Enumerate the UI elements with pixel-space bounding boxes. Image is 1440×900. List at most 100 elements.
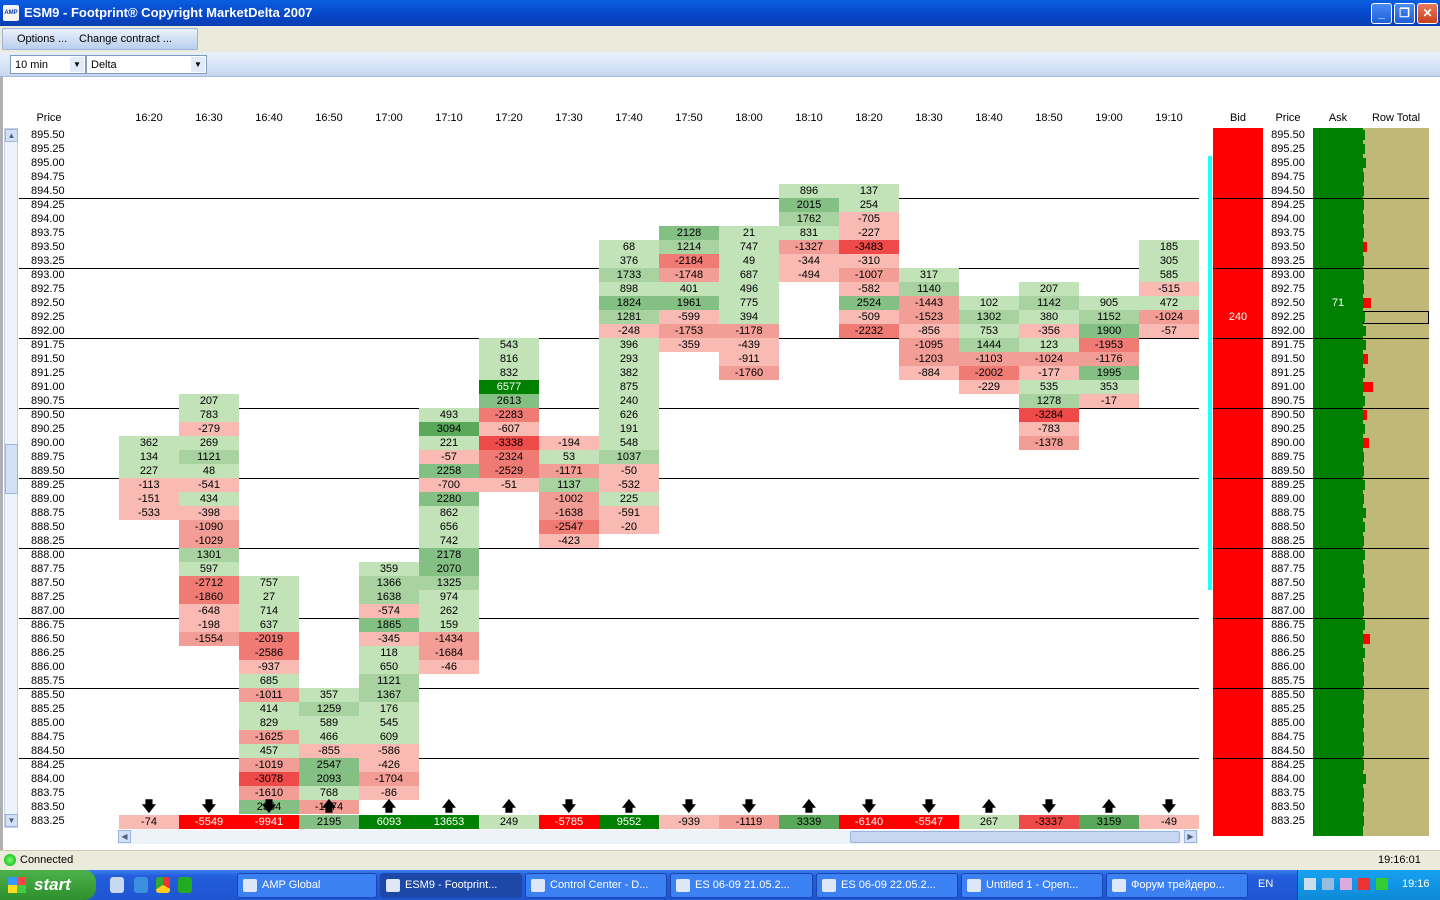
- delta-cell[interactable]: -1327: [779, 240, 839, 254]
- delta-cell[interactable]: -57: [419, 450, 479, 464]
- delta-cell[interactable]: -198: [179, 618, 239, 632]
- delta-cell[interactable]: 1961: [659, 296, 719, 310]
- options-button[interactable]: Options ...: [17, 33, 67, 45]
- delta-cell[interactable]: -3483: [839, 240, 899, 254]
- delta-cell[interactable]: -227: [839, 226, 899, 240]
- delta-cell[interactable]: -937: [239, 660, 299, 674]
- delta-cell[interactable]: 53: [539, 450, 599, 464]
- delta-cell[interactable]: 1995: [1079, 366, 1139, 380]
- display-icon[interactable]: [1322, 878, 1334, 890]
- delta-cell[interactable]: 380: [1019, 310, 1079, 324]
- delta-cell[interactable]: 875: [599, 380, 659, 394]
- delta-cell[interactable]: -533: [119, 506, 179, 520]
- delta-cell[interactable]: -423: [539, 534, 599, 548]
- delta-cell[interactable]: -50: [599, 464, 659, 478]
- delta-cell[interactable]: -607: [479, 422, 539, 436]
- delta-cell[interactable]: 1214: [659, 240, 719, 254]
- delta-cell[interactable]: -1704: [359, 772, 419, 786]
- delta-cell[interactable]: -911: [719, 352, 779, 366]
- horizontal-scrollbar[interactable]: ◀ ▶: [118, 830, 1198, 844]
- close-icon[interactable]: ✕: [1417, 3, 1438, 24]
- taskbar-button[interactable]: Control Center - D...: [525, 873, 667, 898]
- delta-cell[interactable]: -51: [479, 478, 539, 492]
- delta-cell[interactable]: -1024: [1139, 310, 1199, 324]
- delta-cell[interactable]: 896: [779, 184, 839, 198]
- delta-cell[interactable]: 656: [419, 520, 479, 534]
- delta-cell[interactable]: 305: [1139, 254, 1199, 268]
- delta-cell[interactable]: 747: [719, 240, 779, 254]
- delta-cell[interactable]: 3094: [419, 422, 479, 436]
- tray-app-icon[interactable]: [1376, 878, 1388, 890]
- delta-cell[interactable]: 123: [1019, 338, 1079, 352]
- delta-cell[interactable]: 589: [299, 716, 359, 730]
- delta-cell[interactable]: 543: [479, 338, 539, 352]
- delta-cell[interactable]: 535: [1019, 380, 1079, 394]
- delta-cell[interactable]: 1152: [1079, 310, 1139, 324]
- delta-cell[interactable]: 597: [179, 562, 239, 576]
- delta-cell[interactable]: -344: [779, 254, 839, 268]
- delta-cell[interactable]: -1953: [1079, 338, 1139, 352]
- delta-cell[interactable]: 1121: [179, 450, 239, 464]
- delta-cell[interactable]: 783: [179, 408, 239, 422]
- delta-cell[interactable]: 2258: [419, 464, 479, 478]
- ie-icon[interactable]: [134, 877, 148, 893]
- delta-cell[interactable]: -1610: [239, 786, 299, 800]
- delta-cell[interactable]: 2015: [779, 198, 839, 212]
- delta-cell[interactable]: -1760: [719, 366, 779, 380]
- delta-cell[interactable]: 293: [599, 352, 659, 366]
- delta-cell[interactable]: 262: [419, 604, 479, 618]
- delta-cell[interactable]: -3338: [479, 436, 539, 450]
- delta-cell[interactable]: -2232: [839, 324, 899, 338]
- delta-cell[interactable]: 2547: [299, 758, 359, 772]
- delta-cell[interactable]: -57: [1139, 324, 1199, 338]
- taskbar-button[interactable]: Форум трейдеро...: [1106, 873, 1248, 898]
- bid-column[interactable]: [1213, 128, 1263, 836]
- delta-cell[interactable]: -1684: [419, 646, 479, 660]
- delta-cell[interactable]: -700: [419, 478, 479, 492]
- delta-cell[interactable]: -541: [179, 478, 239, 492]
- delta-cell[interactable]: -1095: [899, 338, 959, 352]
- delta-cell[interactable]: 1638: [359, 590, 419, 604]
- delta-cell[interactable]: -1748: [659, 268, 719, 282]
- delta-cell[interactable]: -532: [599, 478, 659, 492]
- delta-cell[interactable]: -856: [899, 324, 959, 338]
- delta-cell[interactable]: 1278: [1019, 394, 1079, 408]
- delta-cell[interactable]: -20: [599, 520, 659, 534]
- delta-cell[interactable]: 2613: [479, 394, 539, 408]
- delta-cell[interactable]: 974: [419, 590, 479, 604]
- delta-cell[interactable]: 434: [179, 492, 239, 506]
- taskbar-button[interactable]: Untitled 1 - Open...: [961, 873, 1103, 898]
- delta-cell[interactable]: -17: [1079, 394, 1139, 408]
- delta-cell[interactable]: -509: [839, 310, 899, 324]
- network-icon[interactable]: [1304, 878, 1316, 890]
- delta-cell[interactable]: -356: [1019, 324, 1079, 338]
- delta-cell[interactable]: -1176: [1079, 352, 1139, 366]
- delta-cell[interactable]: 687: [719, 268, 779, 282]
- delta-cell[interactable]: 191: [599, 422, 659, 436]
- delta-cell[interactable]: -884: [899, 366, 959, 380]
- delta-cell[interactable]: 102: [959, 296, 1019, 310]
- delta-cell[interactable]: 240: [599, 394, 659, 408]
- scroll-right-icon[interactable]: ▶: [1184, 830, 1197, 843]
- delta-cell[interactable]: -2712: [179, 576, 239, 590]
- delta-cell[interactable]: -46: [419, 660, 479, 674]
- delta-cell[interactable]: 1865: [359, 618, 419, 632]
- delta-cell[interactable]: 176: [359, 702, 419, 716]
- delta-cell[interactable]: -855: [299, 744, 359, 758]
- antivirus-icon[interactable]: [1358, 878, 1370, 890]
- delta-cell[interactable]: -1007: [839, 268, 899, 282]
- delta-cell[interactable]: -2324: [479, 450, 539, 464]
- delta-cell[interactable]: 159: [419, 618, 479, 632]
- delta-cell[interactable]: 1259: [299, 702, 359, 716]
- delta-cell[interactable]: -1625: [239, 730, 299, 744]
- delta-cell[interactable]: 27: [239, 590, 299, 604]
- taskbar-button[interactable]: ESM9 - Footprint...: [380, 873, 522, 898]
- delta-cell[interactable]: -310: [839, 254, 899, 268]
- delta-cell[interactable]: -705: [839, 212, 899, 226]
- ask-column[interactable]: [1313, 128, 1363, 836]
- vertical-scrollbar[interactable]: ▲ ▼: [4, 128, 18, 828]
- delta-cell[interactable]: 714: [239, 604, 299, 618]
- delta-cell[interactable]: 2128: [659, 226, 719, 240]
- delta-cell[interactable]: -648: [179, 604, 239, 618]
- delta-cell[interactable]: -2283: [479, 408, 539, 422]
